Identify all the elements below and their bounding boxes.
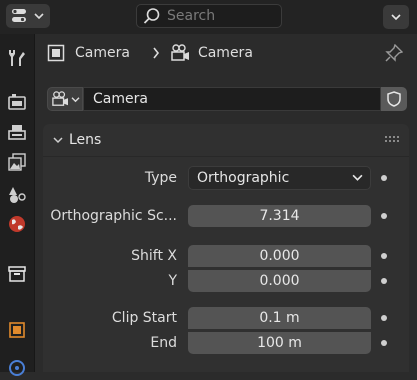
camera-datablock-selector: Camera [47,87,407,113]
shift-x-field[interactable]: 0.000 [188,245,371,267]
tab-modifier[interactable] [3,352,31,380]
object-data-icon [47,44,65,62]
top-bar: Search [0,0,417,35]
modifier-icon [9,360,25,376]
keyframe-dot[interactable] [381,213,387,219]
render-icon [8,94,26,110]
tool-icon [9,50,25,66]
clip-start-label: Clip Start [111,310,177,326]
ortho-scale-row: Orthographic Sc... 7.314 [43,204,409,228]
type-label: Type [144,170,177,186]
breadcrumb: Camera Camera [47,42,253,64]
properties-tabs [0,34,35,376]
ortho-scale-label: Orthographic Sc... [50,208,177,224]
ortho-scale-field[interactable]: 7.314 [188,205,371,227]
tab-object[interactable] [3,316,31,344]
chevron-down-icon [53,137,63,144]
breadcrumb-data: Camera [197,45,253,61]
clip-end-row: End 100 m [43,331,409,355]
datablock-browse-button[interactable] [47,87,83,111]
chevron-down-icon [71,96,79,102]
pin-button[interactable] [385,43,404,66]
search-icon [143,8,160,24]
tab-view-layer[interactable] [3,148,31,176]
datablock-name-field[interactable]: Camera [83,87,381,111]
keyframe-dot[interactable] [381,315,387,321]
output-icon [8,125,26,140]
keyframe-dot[interactable] [381,175,387,181]
options-dropdown-button[interactable] [383,5,409,29]
tab-tool[interactable] [3,44,31,72]
tab-collection[interactable] [3,260,31,288]
keyframe-dot[interactable] [381,253,387,259]
tab-output[interactable] [3,118,31,146]
lens-panel: Lens Type Orthographic Orthographic Sc..… [43,124,409,372]
shift-x-row: Shift X 0.000 [43,244,409,268]
fake-user-button[interactable] [381,87,407,111]
chevron-down-icon [34,13,44,20]
drag-grip-icon[interactable] [385,136,399,142]
shift-y-field[interactable]: 0.000 [188,270,371,292]
keyframe-dot[interactable] [381,340,387,346]
clip-start-row: Clip Start 0.1 m [43,306,409,330]
tab-scene[interactable] [3,180,31,208]
lens-panel-title: Lens [69,132,102,148]
shift-y-label: Y [168,273,177,289]
shift-y-row: Y 0.000 [43,269,409,293]
clip-start-field[interactable]: 0.1 m [188,307,371,329]
scene-icon [9,187,26,203]
type-value: Orthographic [197,170,290,186]
chevron-down-icon [352,174,363,181]
keyframe-dot[interactable] [381,278,387,284]
chevron-down-icon [391,14,401,21]
breadcrumb-object: Camera [75,45,130,61]
shift-x-label: Shift X [131,248,177,264]
chevron-right-icon [153,47,159,59]
lens-panel-header[interactable]: Lens [43,124,409,157]
tab-world[interactable] [3,210,31,238]
properties-editor-icon [12,9,26,22]
pin-icon [385,43,404,62]
search-input[interactable]: Search [136,4,282,28]
type-dropdown[interactable]: Orthographic [188,166,371,190]
editor-type-button[interactable] [6,4,50,28]
camera-data-icon [171,44,189,61]
collection-icon [8,266,26,282]
shield-icon [387,91,401,107]
object-icon [9,322,25,338]
type-row: Type Orthographic [43,166,409,190]
view-layer-icon [8,153,26,171]
clip-end-field[interactable]: 100 m [188,332,371,354]
properties-main: Camera Camera Camera Lens Type Orthograp… [35,34,417,372]
clip-end-label: End [150,335,177,351]
tab-render[interactable] [3,88,31,116]
search-placeholder: Search [167,8,216,24]
world-icon [9,216,25,232]
camera-data-icon [51,91,68,106]
